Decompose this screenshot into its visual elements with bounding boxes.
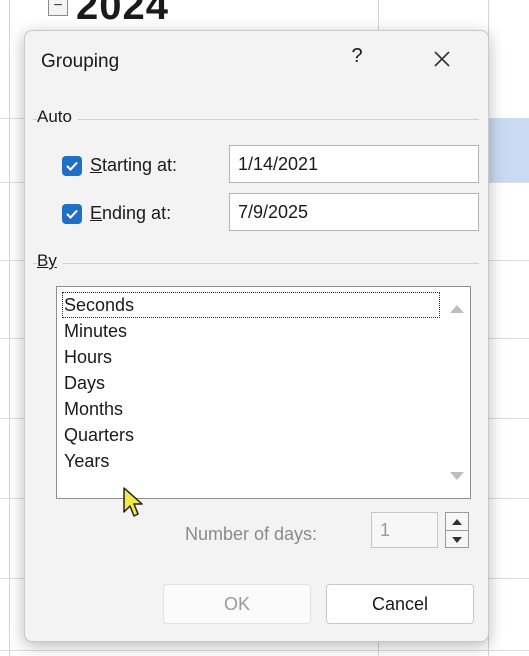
by-listbox[interactable]: Seconds Minutes Hours Days Months Quarters Yea… bbox=[56, 286, 471, 499]
number-of-days-input[interactable]: 1 bbox=[371, 512, 438, 548]
starting-at-label: Starting at: bbox=[90, 155, 178, 175]
close-icon bbox=[434, 51, 450, 67]
list-item[interactable]: Years bbox=[62, 448, 440, 474]
chevron-down-icon bbox=[452, 536, 462, 543]
ending-at-row: Ending at: bbox=[62, 203, 171, 224]
spin-down-button[interactable] bbox=[446, 531, 468, 548]
pivot-year-item: − 2024 bbox=[48, 0, 169, 26]
spin-up-button[interactable] bbox=[446, 513, 468, 530]
chevron-up-icon bbox=[452, 518, 462, 525]
starting-at-input[interactable]: 1/14/2021 bbox=[229, 145, 479, 183]
row-line bbox=[0, 650, 529, 651]
column-line bbox=[9, 0, 10, 656]
cancel-button[interactable]: Cancel bbox=[326, 584, 474, 624]
group-divider bbox=[33, 119, 479, 120]
ending-at-input[interactable]: 7/9/2025 bbox=[229, 193, 479, 231]
dialog-title: Grouping bbox=[41, 51, 120, 72]
ok-button[interactable]: OK bbox=[163, 584, 311, 624]
scroll-down-arrow[interactable] bbox=[450, 472, 464, 480]
by-list-items: Seconds Minutes Hours Days Months Quarters Yea… bbox=[62, 292, 440, 474]
list-item[interactable]: Hours bbox=[62, 344, 440, 370]
scroll-up-arrow[interactable] bbox=[450, 305, 464, 313]
mouse-pointer-icon bbox=[123, 487, 143, 517]
auto-group-label: Auto bbox=[37, 107, 78, 127]
help-button[interactable]: ? bbox=[345, 45, 369, 75]
list-item[interactable]: Days bbox=[62, 370, 440, 396]
group-divider bbox=[33, 263, 479, 264]
list-item[interactable]: Months bbox=[62, 396, 440, 422]
list-item[interactable]: Quarters bbox=[62, 422, 440, 448]
collapse-button[interactable]: − bbox=[48, 0, 68, 16]
ending-at-checkbox[interactable] bbox=[62, 203, 82, 224]
starting-at-checkbox[interactable] bbox=[62, 155, 82, 176]
number-of-days-label: Number of days: bbox=[185, 524, 318, 544]
number-of-days-spinner[interactable] bbox=[445, 512, 469, 548]
by-group-label: By bbox=[37, 251, 63, 271]
ending-at-label: Ending at: bbox=[90, 203, 172, 223]
starting-at-row: Starting at: bbox=[62, 155, 177, 176]
list-item[interactable]: Seconds bbox=[62, 292, 440, 318]
checkmark-icon bbox=[66, 161, 78, 171]
year-heading: 2024 bbox=[76, 0, 169, 28]
list-item[interactable]: Minutes bbox=[62, 318, 440, 344]
close-button[interactable] bbox=[427, 43, 457, 75]
checkmark-icon bbox=[66, 209, 78, 219]
grouping-dialog: Grouping ? Auto Starting at: 1/14/2021 E… bbox=[24, 30, 489, 642]
